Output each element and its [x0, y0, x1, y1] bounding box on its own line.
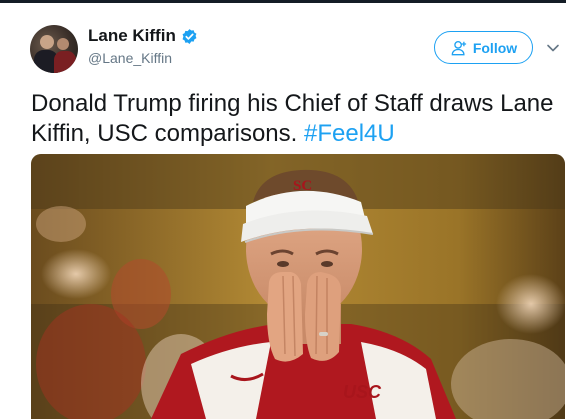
hashtag-link[interactable]: #Feel4U — [304, 120, 395, 147]
chevron-down-icon[interactable] — [546, 41, 560, 55]
jersey-text: USC — [343, 382, 382, 402]
tweet-photo[interactable]: SC USC — [31, 154, 565, 419]
follow-label: Follow — [472, 39, 518, 56]
verified-badge-icon — [182, 28, 197, 44]
user-handle[interactable]: @Lane_Kiffin — [88, 50, 172, 66]
photo-illustration: SC USC — [31, 154, 565, 419]
tweet-body: Donald Trump firing his Chief of Staff d… — [31, 90, 554, 147]
tweet-text: Donald Trump firing his Chief of Staff d… — [31, 89, 556, 149]
display-name[interactable]: Lane Kiffin — [88, 26, 176, 46]
add-user-icon — [451, 40, 466, 55]
avatar[interactable] — [30, 25, 78, 73]
user-name-row: Lane Kiffin — [88, 26, 198, 46]
tweet-card: Lane Kiffin @Lane_Kiffin Follow Donald T… — [0, 3, 566, 419]
follow-button[interactable]: Follow — [434, 31, 533, 64]
visor-logo-text: SC — [293, 178, 312, 194]
